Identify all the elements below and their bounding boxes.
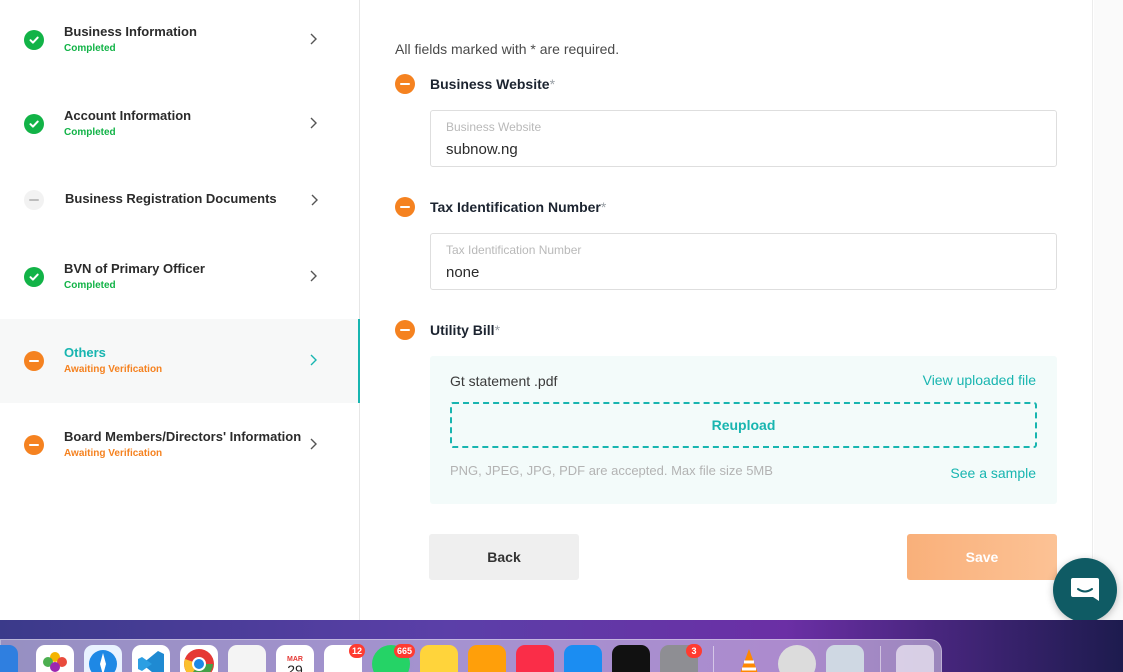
chat-button[interactable] [1053, 558, 1117, 622]
step-title: Account Information [64, 108, 192, 123]
minus-circle-icon [395, 74, 415, 94]
minus-circle-icon [24, 190, 44, 210]
dock-separator [880, 646, 881, 672]
sidebar-step-account-information[interactable]: Account Information Completed [0, 84, 360, 168]
business-website-value[interactable]: subnow.ng [446, 141, 518, 158]
save-button[interactable]: Save [907, 534, 1057, 580]
check-circle-icon [24, 267, 44, 287]
utility-bill-label: Utility Bill* [430, 322, 501, 338]
chevron-right-icon [310, 117, 317, 129]
chevron-right-icon [310, 33, 317, 45]
tin-header: Tax Identification Number* [395, 197, 606, 217]
notes-icon[interactable] [420, 645, 458, 672]
sidebar-step-bvn-primary-officer[interactable]: BVN of Primary Officer Completed [0, 235, 360, 319]
back-button[interactable]: Back [429, 534, 579, 580]
step-status: Completed [64, 127, 116, 138]
business-website-header: Business Website* [395, 74, 555, 94]
sidebar-step-business-registration-documents[interactable]: Business Registration Documents [0, 158, 360, 242]
reminders-badge: 12 [349, 644, 366, 658]
chat-bubble-icon [1071, 578, 1099, 601]
check-circle-icon [24, 30, 44, 50]
step-status: Completed [64, 43, 116, 54]
textedit-icon[interactable] [228, 645, 266, 672]
trash-icon[interactable] [896, 645, 934, 672]
vlc-icon[interactable] [730, 645, 768, 672]
minus-circle-icon [24, 351, 44, 371]
check-circle-icon [24, 114, 44, 134]
chevron-right-icon [310, 354, 317, 366]
mail-icon[interactable] [0, 645, 18, 672]
see-sample-link[interactable]: See a sample [950, 465, 1036, 481]
step-status: Completed [64, 280, 116, 291]
sidebar-step-board-members[interactable]: Board Members/Directors' Information Awa… [0, 403, 360, 487]
business-website-input[interactable]: Business Website subnow.ng [430, 110, 1057, 167]
music-icon[interactable] [516, 645, 554, 672]
app-store-icon[interactable] [564, 645, 602, 672]
tin-placeholder: Tax Identification Number [446, 243, 582, 257]
chrome-icon[interactable] [180, 645, 218, 672]
dock-separator [713, 646, 714, 672]
sidebar-step-others[interactable]: Others Awaiting Verification [0, 319, 360, 403]
app-page: Business Information Completed Account I… [0, 0, 1123, 672]
chevron-right-icon [311, 194, 318, 206]
step-title: Business Registration Documents [65, 191, 277, 206]
business-website-label: Business Website* [430, 76, 556, 92]
calendar-day: 29 [287, 661, 303, 672]
step-status: Awaiting Verification [64, 448, 163, 459]
reupload-button[interactable]: Reupload [450, 402, 1037, 448]
others-form: All fields marked with * are required. B… [360, 0, 1093, 620]
tin-value[interactable]: none [446, 264, 479, 281]
photos-icon[interactable] [36, 645, 74, 672]
uploaded-file-name: Gt statement .pdf [450, 373, 558, 389]
business-website-placeholder: Business Website [446, 120, 542, 134]
step-title: Others [64, 345, 106, 360]
view-uploaded-file-link[interactable]: View uploaded file [923, 372, 1036, 388]
sidebar-step-business-information[interactable]: Business Information Completed [0, 0, 360, 84]
pages-icon[interactable] [468, 645, 506, 672]
utility-bill-header: Utility Bill* [395, 320, 500, 340]
tin-label: Tax Identification Number* [430, 199, 607, 215]
apple-tv-icon[interactable] [612, 645, 650, 672]
step-title: Board Members/Directors' Information [64, 429, 302, 444]
onboarding-sidebar: Business Information Completed Account I… [0, 0, 360, 620]
minus-circle-icon [395, 197, 415, 217]
utility-bill-upload-card: Gt statement .pdf View uploaded file Reu… [430, 356, 1057, 504]
whatsapp-badge: 665 [394, 644, 416, 658]
page-right-margin [1094, 0, 1123, 620]
accepted-formats-text: PNG, JPEG, JPG, PDF are accepted. Max fi… [450, 463, 773, 478]
chevron-right-icon [310, 270, 317, 282]
calendar-icon[interactable]: MAR 29 [276, 645, 314, 672]
required-note: All fields marked with * are required. [395, 41, 620, 57]
preview-icon[interactable] [826, 645, 864, 672]
system-settings-badge: 3 [686, 644, 702, 658]
minus-circle-icon [24, 435, 44, 455]
safari-icon[interactable] [84, 645, 122, 672]
step-title: BVN of Primary Officer [64, 261, 205, 276]
step-status: Awaiting Verification [64, 364, 163, 375]
vscode-icon[interactable] [132, 645, 170, 672]
tin-input[interactable]: Tax Identification Number none [430, 233, 1057, 290]
minus-circle-icon [395, 320, 415, 340]
step-title: Business Information [64, 24, 197, 39]
chevron-right-icon [310, 438, 317, 450]
